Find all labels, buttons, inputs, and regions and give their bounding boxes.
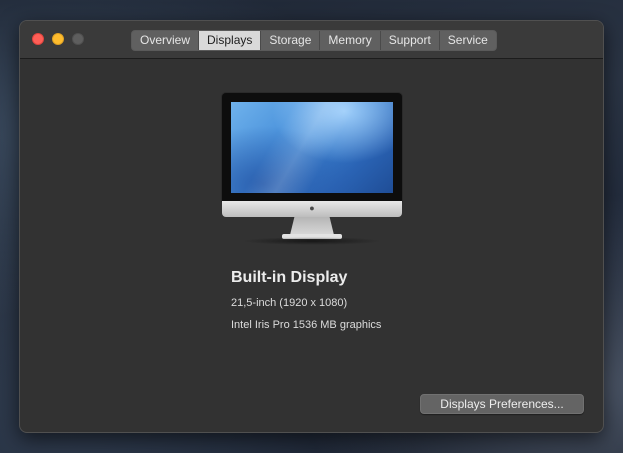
imac-bezel (222, 93, 402, 201)
display-name: Built-in Display (231, 269, 348, 286)
title-bar[interactable]: Overview Displays Storage Memory Support… (20, 21, 603, 59)
apple-logo-icon: ● (309, 203, 315, 213)
tab-memory[interactable]: Memory (320, 31, 381, 50)
zoom-window-button (72, 33, 84, 45)
tab-overview[interactable]: Overview (132, 31, 200, 50)
minimize-window-button[interactable] (52, 33, 64, 45)
displays-panel: ● Built-in Display 21,5-inch (1920 x 108… (20, 59, 603, 432)
tab-displays[interactable]: Displays (199, 31, 262, 50)
tab-storage[interactable]: Storage (261, 31, 321, 50)
about-this-mac-window: Overview Displays Storage Memory Support… (19, 20, 604, 433)
close-window-button[interactable] (32, 33, 44, 45)
imac-icon: ● (222, 93, 402, 245)
tab-bar: Overview Displays Storage Memory Support… (131, 30, 497, 51)
imac-shadow (242, 237, 382, 245)
imac-screen (231, 102, 393, 193)
desktop-wallpaper: Overview Displays Storage Memory Support… (0, 0, 623, 453)
tab-service[interactable]: Service (439, 31, 496, 50)
tab-support[interactable]: Support (380, 31, 440, 50)
display-size-resolution: 21,5-inch (1920 x 1080) (231, 297, 348, 309)
displays-preferences-button[interactable]: Displays Preferences... (420, 394, 584, 414)
imac-stand (290, 217, 334, 235)
display-graphics: Intel Iris Pro 1536 MB graphics (231, 319, 382, 331)
